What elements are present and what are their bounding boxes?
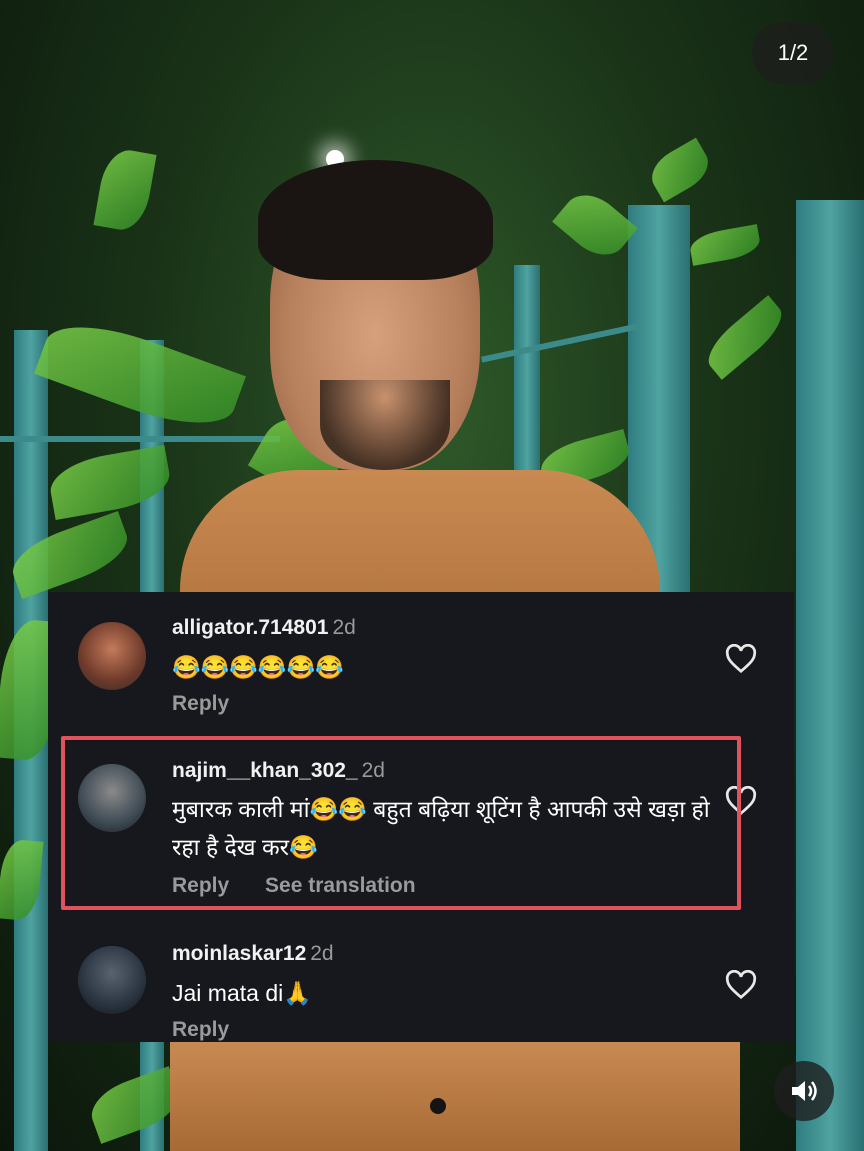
leaf xyxy=(699,295,791,380)
shirt-button xyxy=(430,1098,446,1114)
heart-icon[interactable] xyxy=(724,644,758,674)
comment-username[interactable]: najim__khan_302_ 2d xyxy=(172,759,385,783)
shirt-lower xyxy=(170,1040,740,1151)
comment-username[interactable]: moinlaskar12 2d xyxy=(172,942,334,966)
comment-time: 2d xyxy=(332,616,356,639)
comment-username[interactable]: alligator.714801 2d xyxy=(172,616,356,640)
fence-post xyxy=(796,200,864,1151)
leaf xyxy=(644,137,716,203)
person-beard xyxy=(320,380,450,470)
comment-text: 😂😂😂😂😂😂 xyxy=(172,654,344,680)
media-counter: 1/2 xyxy=(752,22,834,84)
fence-rail xyxy=(0,436,280,442)
fence-rail xyxy=(481,323,639,363)
reply-button[interactable]: Reply xyxy=(172,874,229,897)
comment-time: 2d xyxy=(361,759,385,782)
shirt xyxy=(180,470,660,610)
sound-icon xyxy=(792,1081,817,1101)
avatar[interactable] xyxy=(78,622,146,690)
avatar[interactable] xyxy=(78,946,146,1014)
heart-icon[interactable] xyxy=(724,786,758,816)
comment-text: मुबारक काली मां😂😂 बहुत बढ़िया शूटिंग है … xyxy=(172,796,710,860)
see-translation-button[interactable]: See translation xyxy=(265,874,416,897)
reply-button[interactable]: Reply xyxy=(172,692,229,715)
sound-button[interactable] xyxy=(774,1061,834,1121)
username-text: alligator.714801 xyxy=(172,616,329,639)
person-hair xyxy=(258,160,493,280)
username-text: najim__khan_302_ xyxy=(172,759,358,782)
comment-time: 2d xyxy=(310,942,334,965)
leaf xyxy=(687,224,763,266)
comment-text: Jai mata di🙏 xyxy=(172,980,312,1006)
leaf xyxy=(552,183,638,267)
username-text: moinlaskar12 xyxy=(172,942,307,965)
heart-icon[interactable] xyxy=(724,970,758,1000)
comments-panel[interactable]: alligator.714801 2d 😂😂😂😂😂😂 Reply najim__k… xyxy=(48,592,794,1042)
leaf xyxy=(93,146,157,234)
reply-button[interactable]: Reply xyxy=(172,1018,229,1041)
avatar[interactable] xyxy=(78,764,146,832)
